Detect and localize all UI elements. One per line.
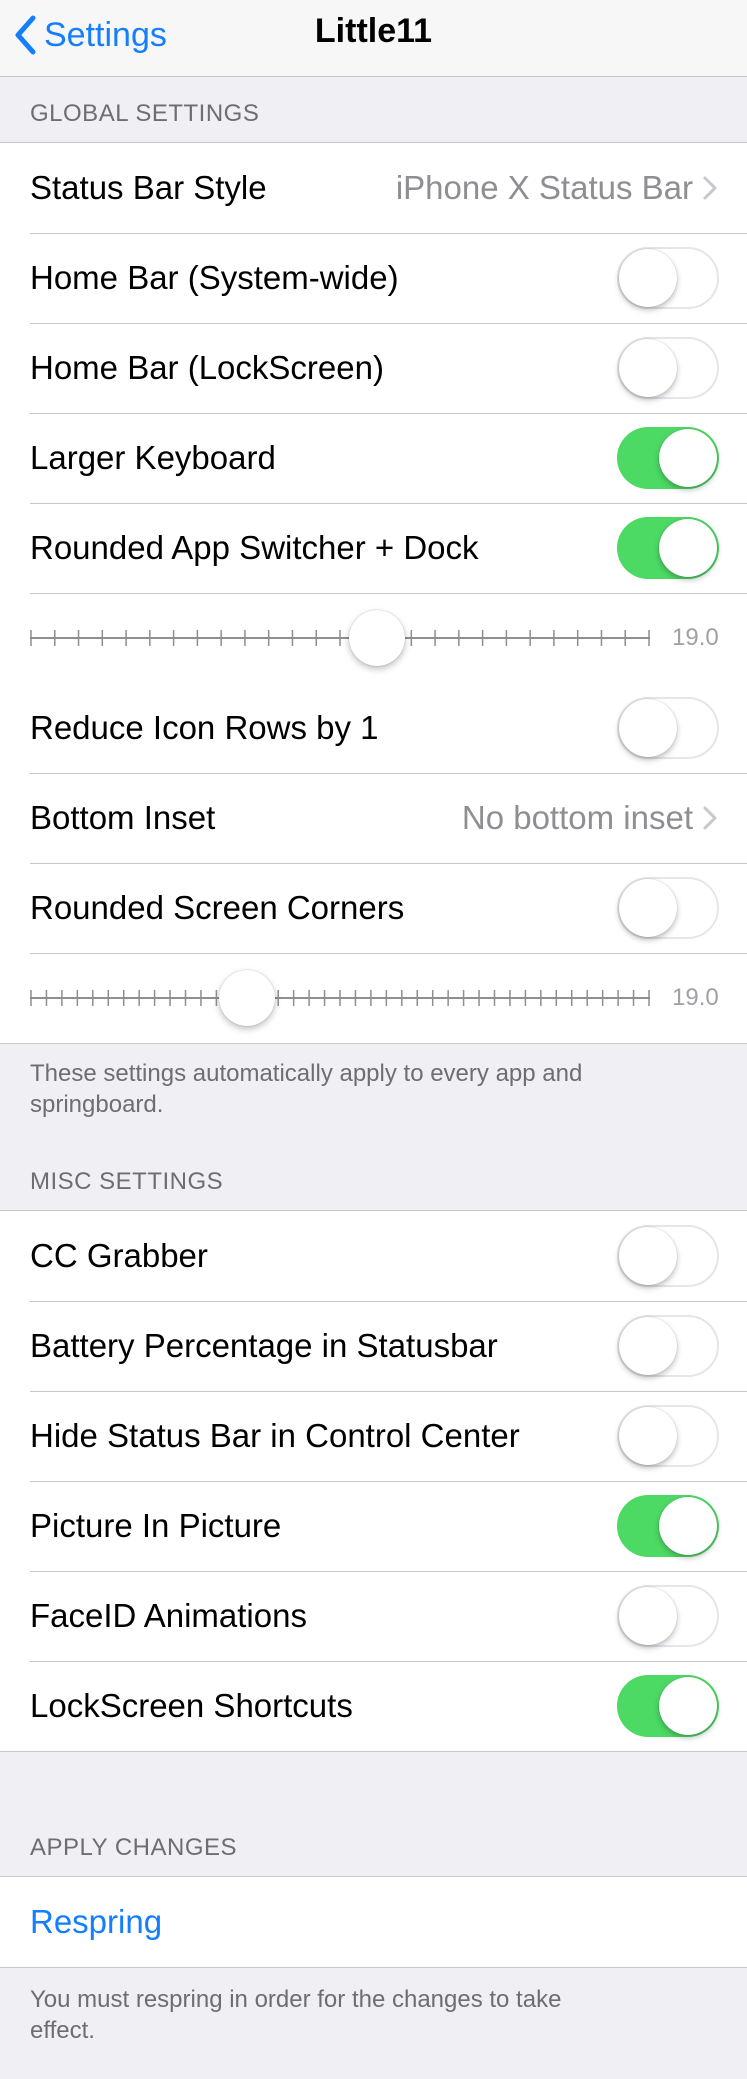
global-settings-group: Status Bar Style iPhone X Status Bar Hom… (0, 142, 747, 1044)
home-bar-lockscreen-row: Home Bar (LockScreen) (0, 323, 747, 413)
cc-grabber-toggle[interactable] (617, 1225, 719, 1287)
navigation-bar: Settings Little11 (0, 0, 747, 77)
page-title: Little11 (314, 12, 433, 50)
chevron-right-icon (703, 806, 717, 830)
hide-status-cc-label: Hide Status Bar in Control Center (30, 1417, 520, 1454)
bottom-inset-row[interactable]: Bottom Inset No bottom inset (0, 773, 747, 863)
slider-value: 19.0 (672, 984, 719, 1011)
home-bar-system-row: Home Bar (System-wide) (0, 233, 747, 323)
toggle-knob (619, 879, 677, 937)
global-settings-header: GLOBAL SETTINGS (30, 100, 260, 127)
faceid-animations-toggle[interactable] (617, 1585, 719, 1647)
faceid-animations-label: FaceID Animations (30, 1597, 307, 1634)
slider-track[interactable] (30, 983, 650, 1013)
toggle-knob (619, 699, 677, 757)
chevron-right-icon (703, 176, 717, 200)
toggle-knob (619, 249, 677, 307)
rounded-switcher-row: Rounded App Switcher + Dock (0, 503, 747, 593)
apply-changes-header: APPLY CHANGES (30, 1834, 238, 1861)
toggle-knob (659, 1497, 717, 1555)
toggle-knob (619, 1317, 677, 1375)
cc-grabber-label: CC Grabber (30, 1237, 208, 1274)
larger-keyboard-row: Larger Keyboard (0, 413, 747, 503)
reduce-icon-rows-label: Reduce Icon Rows by 1 (30, 709, 379, 746)
rounded-corners-label: Rounded Screen Corners (30, 889, 405, 926)
lockscreen-shortcuts-row: LockScreen Shortcuts (0, 1661, 747, 1751)
rounded-switcher-toggle[interactable] (617, 517, 719, 579)
cc-grabber-row: CC Grabber (0, 1211, 747, 1301)
rounded-switcher-label: Rounded App Switcher + Dock (30, 529, 479, 566)
pip-row: Picture In Picture (0, 1481, 747, 1571)
reduce-icon-rows-row: Reduce Icon Rows by 1 (0, 683, 747, 773)
slider-thumb[interactable] (219, 970, 275, 1026)
hide-status-cc-toggle[interactable] (617, 1405, 719, 1467)
slider-track[interactable] (30, 623, 650, 653)
bottom-inset-value: No bottom inset (461, 799, 693, 836)
larger-keyboard-label: Larger Keyboard (30, 439, 276, 476)
pip-label: Picture In Picture (30, 1507, 282, 1544)
status-bar-style-label: Status Bar Style (30, 169, 267, 206)
toggle-knob (619, 1587, 677, 1645)
status-bar-style-value: iPhone X Status Bar (395, 169, 693, 206)
battery-percentage-label: Battery Percentage in Statusbar (30, 1327, 498, 1364)
respring-label: Respring (30, 1903, 163, 1940)
battery-percentage-toggle[interactable] (617, 1315, 719, 1377)
home-bar-system-toggle[interactable] (617, 247, 719, 309)
toggle-knob (619, 339, 677, 397)
lockscreen-shortcuts-label: LockScreen Shortcuts (30, 1687, 353, 1724)
pip-toggle[interactable] (617, 1495, 719, 1557)
status-bar-style-row[interactable]: Status Bar Style iPhone X Status Bar (0, 143, 747, 233)
global-settings-footer: These settings automatically apply to ev… (30, 1060, 583, 1118)
respring-button[interactable]: Respring (0, 1877, 747, 1967)
home-bar-lockscreen-label: Home Bar (LockScreen) (30, 349, 384, 386)
home-bar-system-label: Home Bar (System-wide) (30, 259, 399, 296)
switcher-radius-slider-row: 19.0 (0, 593, 747, 683)
hide-status-cc-row: Hide Status Bar in Control Center (0, 1391, 747, 1481)
bottom-inset-label: Bottom Inset (30, 799, 216, 836)
larger-keyboard-toggle[interactable] (617, 427, 719, 489)
toggle-knob (619, 1227, 677, 1285)
apply-changes-footer: You must respring in order for the chang… (30, 1986, 562, 2044)
toggle-knob (659, 1677, 717, 1735)
slider-value: 19.0 (672, 624, 719, 651)
lockscreen-shortcuts-toggle[interactable] (617, 1675, 719, 1737)
corner-radius-slider-row: 19.0 (0, 953, 747, 1043)
rounded-corners-row: Rounded Screen Corners (0, 863, 747, 953)
reduce-icon-rows-toggle[interactable] (617, 697, 719, 759)
misc-settings-group: CC Grabber Battery Percentage in Statusb… (0, 1210, 747, 1752)
slider-thumb[interactable] (349, 610, 406, 666)
faceid-animations-row: FaceID Animations (0, 1571, 747, 1661)
toggle-knob (659, 519, 717, 577)
toggle-knob (619, 1407, 677, 1465)
rounded-corners-toggle[interactable] (617, 877, 719, 939)
battery-percentage-row: Battery Percentage in Statusbar (0, 1301, 747, 1391)
home-bar-lockscreen-toggle[interactable] (617, 337, 719, 399)
toggle-knob (659, 429, 717, 487)
misc-settings-header: MISC SETTINGS (30, 1168, 224, 1195)
apply-changes-group: Respring (0, 1876, 747, 1968)
